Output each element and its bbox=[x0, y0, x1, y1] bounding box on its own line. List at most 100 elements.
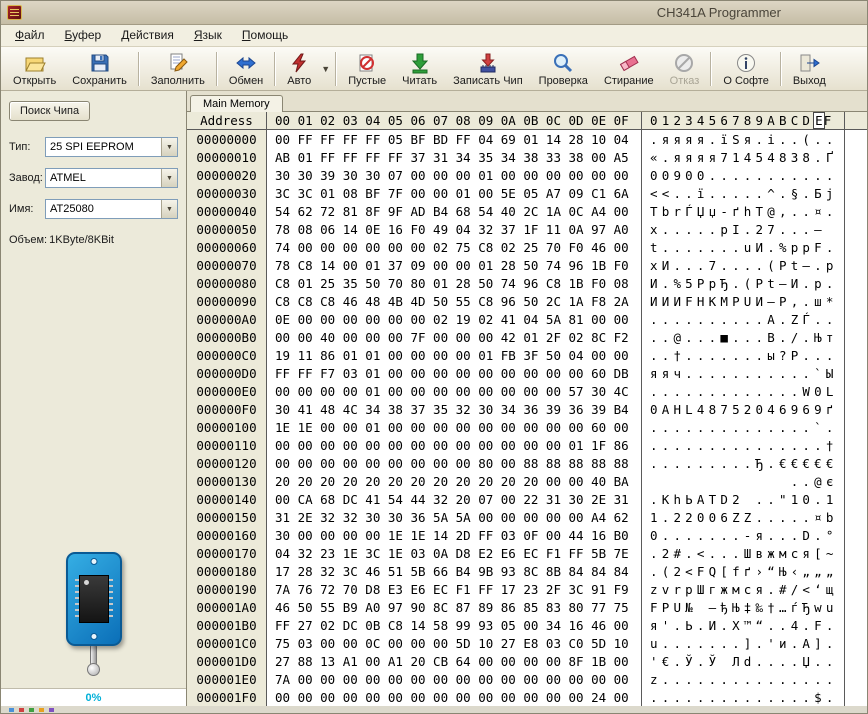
title-bar[interactable]: CH341A Programmer bbox=[1, 1, 867, 25]
write-chip-button[interactable]: Записать Чип bbox=[445, 49, 531, 89]
row-address: 000000C0 bbox=[187, 346, 267, 364]
row-hex-bytes[interactable]: FF FF F7 03 01 00 00 00 00 00 00 00 00 0… bbox=[267, 366, 641, 381]
row-hex-bytes[interactable]: 78 C8 14 00 01 37 09 00 00 01 28 50 74 9… bbox=[267, 258, 641, 273]
row-hex-bytes[interactable]: 04 32 23 1E 3C 1E 03 0A D8 E2 E6 EC F1 F… bbox=[267, 546, 641, 561]
menu-item[interactable]: Помощь bbox=[232, 25, 298, 46]
about-button[interactable]: О Софте bbox=[715, 49, 777, 89]
row-hex-bytes[interactable]: AB 01 FF FF FF FF 37 31 34 35 34 38 33 3… bbox=[267, 150, 641, 165]
row-hex-bytes[interactable]: 00 00 00 00 01 00 00 00 00 00 00 00 00 5… bbox=[267, 384, 641, 399]
chevron-down-icon[interactable]: ▼ bbox=[161, 138, 177, 156]
row-hex-bytes[interactable]: 00 CA 68 DC 41 54 44 32 20 07 00 22 31 3… bbox=[267, 492, 641, 507]
row-ascii[interactable]: xИ...7....(Pt–.р bbox=[641, 256, 845, 274]
row-hex-bytes[interactable]: 54 62 72 81 8F 9F AD B4 68 54 40 2C 1A 0… bbox=[267, 204, 641, 219]
row-hex-bytes[interactable]: 3C 3C 01 08 BF 7F 00 00 01 00 5E 05 A7 0… bbox=[267, 186, 641, 201]
sliver-color-block bbox=[49, 707, 54, 712]
row-ascii[interactable]: TbrЃЏџ-ґhT@,..¤. bbox=[641, 202, 845, 220]
row-ascii[interactable]: ..............`. bbox=[641, 418, 845, 436]
row-hex-bytes[interactable]: 30 41 48 4C 34 38 37 35 32 30 34 36 39 3… bbox=[267, 402, 641, 417]
row-hex-bytes[interactable]: 00 00 40 00 00 00 7F 00 00 00 42 01 2F 0… bbox=[267, 330, 641, 345]
row-ascii[interactable]: z............... bbox=[641, 670, 845, 688]
menu-item[interactable]: Действия bbox=[111, 25, 184, 46]
exit-label: Выход bbox=[792, 74, 826, 87]
row-ascii[interactable]: ..........A.ZЃ.. bbox=[641, 310, 845, 328]
row-ascii[interactable]: 00900........... bbox=[641, 166, 845, 184]
chip-name-combo[interactable]: AT25080 ▼ bbox=[45, 199, 178, 219]
row-ascii[interactable]: яяч...........`Ы bbox=[641, 364, 845, 382]
row-hex-bytes[interactable]: 1E 1E 00 00 01 00 00 00 00 00 00 00 00 0… bbox=[267, 420, 641, 435]
chevron-down-icon[interactable]: ▼ bbox=[161, 169, 177, 187]
row-hex-bytes[interactable]: 20 20 20 20 20 20 20 20 20 20 20 20 00 0… bbox=[267, 474, 641, 489]
row-ascii[interactable]: ..†.......ы?P... bbox=[641, 346, 845, 364]
row-address: 00000040 bbox=[187, 202, 267, 220]
row-ascii[interactable]: ..@є bbox=[641, 472, 845, 490]
row-ascii[interactable]: ..............$. bbox=[641, 688, 845, 706]
row-ascii[interactable]: u.......].'и.А]. bbox=[641, 634, 845, 652]
search-chip-button[interactable]: Поиск Чипа bbox=[9, 101, 91, 121]
row-ascii[interactable]: «.яяяя71454838.Ґ bbox=[641, 148, 845, 166]
row-hex-bytes[interactable]: 0E 00 00 00 00 00 00 02 19 02 41 04 5A 8… bbox=[267, 312, 641, 327]
row-ascii[interactable]: И.%5PpЂ.(Pt–И.р. bbox=[641, 274, 845, 292]
row-ascii[interactable]: 1.22006ZZ.....¤b bbox=[641, 508, 845, 526]
row-ascii[interactable]: я'.Ь.И.X™“..4.F. bbox=[641, 616, 845, 634]
menu-item[interactable]: Файл bbox=[5, 25, 55, 46]
chip-socket-graphic bbox=[1, 552, 186, 676]
row-hex-bytes[interactable]: 00 00 00 00 00 00 00 00 00 00 00 00 00 0… bbox=[267, 438, 641, 453]
row-hex-bytes[interactable]: 30 30 39 30 30 07 00 00 00 01 00 00 00 0… bbox=[267, 168, 641, 183]
fill-button[interactable]: Заполнить bbox=[143, 49, 213, 89]
row-hex-bytes[interactable]: 31 2E 32 32 30 30 36 5A 5A 00 00 00 00 0… bbox=[267, 510, 641, 525]
row-hex-bytes[interactable]: FF 27 02 DC 0B C8 14 58 99 93 05 00 34 1… bbox=[267, 618, 641, 633]
verify-button[interactable]: Проверка bbox=[531, 49, 596, 89]
row-hex-bytes[interactable]: 30 00 00 00 00 1E 1E 14 2D FF 03 0F 00 4… bbox=[267, 528, 641, 543]
menu-item[interactable]: Буфер bbox=[55, 25, 112, 46]
read-label: Читать bbox=[402, 74, 438, 87]
open-button[interactable]: Открыть bbox=[5, 49, 64, 89]
row-ascii[interactable]: .КhЬATD2 .."10.1 bbox=[641, 490, 845, 508]
row-hex-bytes[interactable]: 00 00 00 00 00 00 00 00 00 80 00 88 88 8… bbox=[267, 456, 641, 471]
read-button[interactable]: Читать bbox=[394, 49, 445, 89]
row-ascii[interactable]: FPU№ —ђЊ‡‰†…ѓЂwu bbox=[641, 598, 845, 616]
row-hex-bytes[interactable]: 00 00 00 00 00 00 00 00 00 00 00 00 00 0… bbox=[267, 690, 641, 705]
row-hex-bytes[interactable]: 00 FF FF FF FF 05 BF BD FF 04 69 01 14 2… bbox=[267, 132, 641, 147]
row-ascii[interactable]: '€.Ў.Ў Лd....Џ.. bbox=[641, 652, 845, 670]
row-hex-bytes[interactable]: C8 C8 C8 46 48 4B 4D 50 55 C8 96 50 2C 1… bbox=[267, 294, 641, 309]
row-ascii[interactable]: zvrpШгжмся.#/<‘щ bbox=[641, 580, 845, 598]
row-hex-bytes[interactable]: 46 50 55 B9 A0 97 90 8C 87 89 86 85 83 8… bbox=[267, 600, 641, 615]
auto-dropdown-arrow[interactable]: ▼ bbox=[319, 50, 332, 88]
row-hex-bytes[interactable]: 78 08 06 14 0E 16 F0 49 04 32 37 1F 11 0… bbox=[267, 222, 641, 237]
row-hex-bytes[interactable]: 74 00 00 00 00 00 00 02 75 C8 02 25 70 F… bbox=[267, 240, 641, 255]
row-ascii[interactable]: .(2<FQ[fґ›“Њ‹„„„ bbox=[641, 562, 845, 580]
row-ascii[interactable]: ИИИFHKMPUИ–P,.ш* bbox=[641, 292, 845, 310]
app-window: CH341A Programmer Файл Буфер Действия Язык П… bbox=[0, 0, 868, 714]
row-ascii[interactable]: .........Ђ.€€€€€ bbox=[641, 454, 845, 472]
row-hex-bytes[interactable]: 75 03 00 00 0C 00 00 00 5D 10 27 E8 03 C… bbox=[267, 636, 641, 651]
row-ascii[interactable]: x.....рI.27...— bbox=[641, 220, 845, 238]
chip-vendor-combo[interactable]: ATMEL ▼ bbox=[45, 168, 178, 188]
row-hex-bytes[interactable]: C8 01 25 35 50 70 80 01 28 50 74 96 C8 1… bbox=[267, 276, 641, 291]
row-hex-bytes[interactable]: 7A 00 00 00 00 00 00 00 00 00 00 00 00 0… bbox=[267, 672, 641, 687]
menu-item[interactable]: Язык bbox=[184, 25, 232, 46]
auto-button[interactable]: Авто bbox=[279, 49, 319, 89]
row-ascii[interactable]: 0.......-я...D.° bbox=[641, 526, 845, 544]
save-button[interactable]: Сохранить bbox=[64, 49, 135, 89]
erase-button[interactable]: Стирание bbox=[596, 49, 662, 89]
row-ascii[interactable]: t.......uИ.%pрF. bbox=[641, 238, 845, 256]
row-ascii[interactable]: .2#.<...Швжмся[~ bbox=[641, 544, 845, 562]
row-hex-bytes[interactable]: 7A 76 72 70 D8 E3 E6 EC F1 FF 17 23 2F 3… bbox=[267, 582, 641, 597]
row-ascii[interactable]: .............W0L bbox=[641, 382, 845, 400]
row-hex-bytes[interactable]: 27 88 13 A1 00 A1 20 CB 64 00 00 00 00 8… bbox=[267, 654, 641, 669]
row-ascii[interactable]: .яяяя.їЅя.i..(.. bbox=[641, 130, 845, 148]
row-ascii[interactable]: ..@...■...B./.Њт bbox=[641, 328, 845, 346]
chevron-down-icon[interactable]: ▼ bbox=[161, 200, 177, 218]
swap-button[interactable]: Обмен bbox=[221, 49, 271, 89]
row-ascii[interactable]: <<..ї.....^.§.Бj bbox=[641, 184, 845, 202]
blank-check-button[interactable]: Пустые bbox=[340, 49, 394, 89]
row-hex-bytes[interactable]: 19 11 86 01 01 00 00 00 00 01 FB 3F 50 0… bbox=[267, 348, 641, 363]
chip-type-combo[interactable]: 25 SPI EEPROM ▼ bbox=[45, 137, 178, 157]
tab-main-memory[interactable]: Main Memory bbox=[190, 95, 283, 112]
exit-button[interactable]: Выход bbox=[785, 49, 834, 89]
row-hex-bytes[interactable]: 17 28 32 3C 46 51 5B 66 B4 9B 93 8C 8B 8… bbox=[267, 564, 641, 579]
chip-type-value: 25 SPI EEPROM bbox=[50, 141, 134, 153]
row-address: 000000F0 bbox=[187, 400, 267, 418]
row-ascii[interactable]: ...............† bbox=[641, 436, 845, 454]
row-ascii[interactable]: 0AHL48752046969ґ bbox=[641, 400, 845, 418]
